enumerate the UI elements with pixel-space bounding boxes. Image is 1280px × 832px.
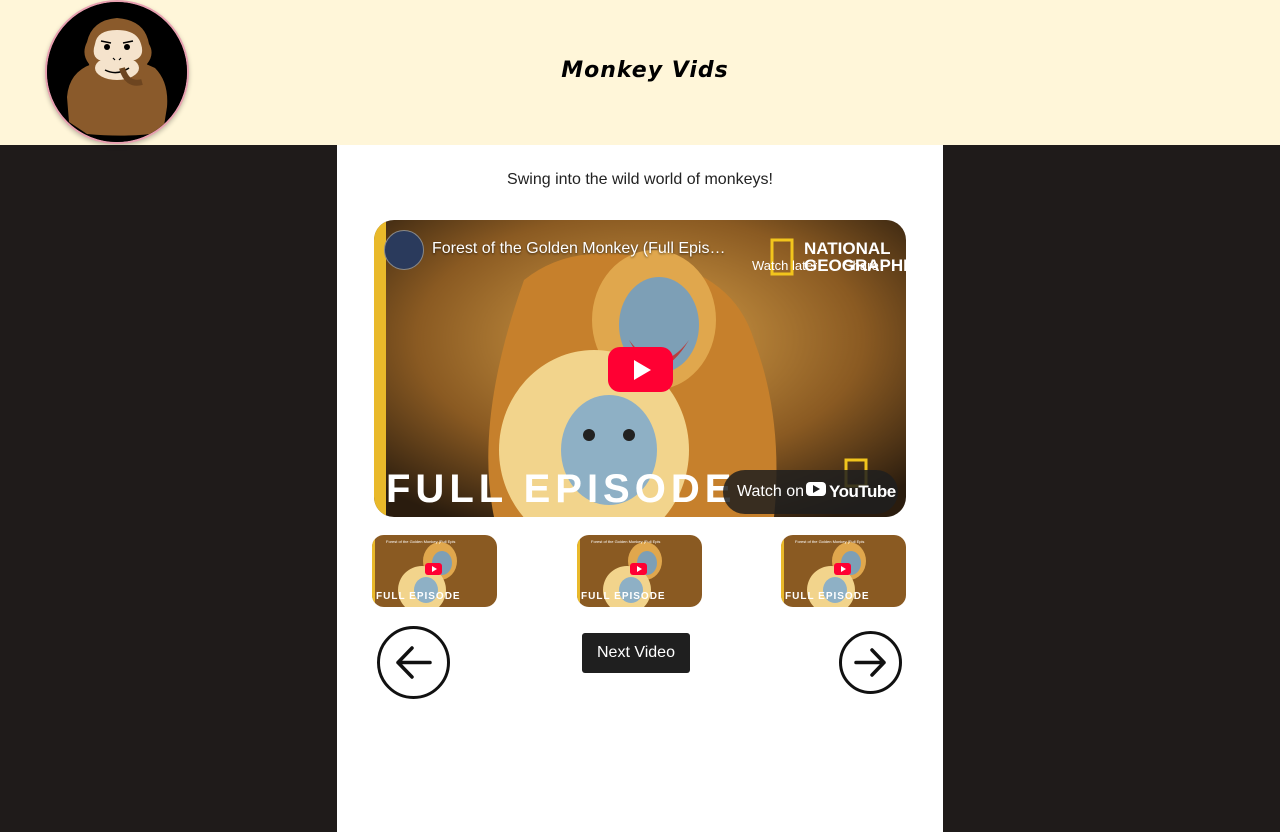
watch-on-label: Watch on xyxy=(737,483,804,500)
thumbnail-play-icon xyxy=(425,563,442,575)
watch-later-label: Watch later xyxy=(752,258,818,273)
thumbnail-overlay-text: FULL EPISODE xyxy=(376,591,461,602)
monkey-face-icon xyxy=(47,2,187,142)
video-player[interactable]: Forest of the Golden Monkey (Full Epis… … xyxy=(374,220,906,517)
play-icon[interactable] xyxy=(608,347,673,392)
monkey-logo[interactable] xyxy=(45,0,189,144)
arrow-left-icon xyxy=(396,646,432,679)
thumbnail-overlay-text: FULL EPISODE xyxy=(785,591,870,602)
next-video-button[interactable]: Next Video xyxy=(582,633,690,673)
site-header: Monkey Vids xyxy=(0,0,1280,145)
tagline: Swing into the wild world of monkeys! xyxy=(507,171,773,188)
main-panel: Swing into the wild world of monkeys! Fo… xyxy=(337,145,943,832)
thumbnail-overlay-text: FULL EPISODE xyxy=(581,591,666,602)
channel-avatar[interactable] xyxy=(384,230,424,270)
thumbnail-title: Forest of the Golden Monkey (Full Epis xyxy=(795,539,865,544)
previous-video-button[interactable] xyxy=(377,626,450,699)
share-label: Share xyxy=(844,258,879,273)
video-thumbnail-1[interactable]: Forest of the Golden Monkey (Full Epis F… xyxy=(372,535,497,607)
youtube-label: YouTube xyxy=(829,482,896,501)
thumbnail-title: Forest of the Golden Monkey (Full Epis xyxy=(591,539,661,544)
thumbnail-title: Forest of the Golden Monkey (Full Epis xyxy=(386,539,456,544)
video-overlay-text: FULL EPISODE xyxy=(386,467,737,511)
video-thumbnail-3[interactable]: Forest of the Golden Monkey (Full Epis F… xyxy=(781,535,906,607)
watch-later-button[interactable]: Watch later xyxy=(752,258,817,273)
youtube-play-icon xyxy=(806,482,826,496)
video-title[interactable]: Forest of the Golden Monkey (Full Epis… xyxy=(432,240,725,258)
share-button[interactable]: Share xyxy=(844,258,879,273)
watch-on-youtube-button[interactable]: Watch on YouTube xyxy=(723,470,898,514)
thumbnail-play-icon xyxy=(630,563,647,575)
arrow-right-icon xyxy=(854,648,886,677)
next-arrow-button[interactable] xyxy=(839,631,902,694)
site-title: Monkey Vids xyxy=(561,58,729,83)
video-thumbnail-2[interactable]: Forest of the Golden Monkey (Full Epis F… xyxy=(577,535,702,607)
thumbnail-play-icon xyxy=(834,563,851,575)
